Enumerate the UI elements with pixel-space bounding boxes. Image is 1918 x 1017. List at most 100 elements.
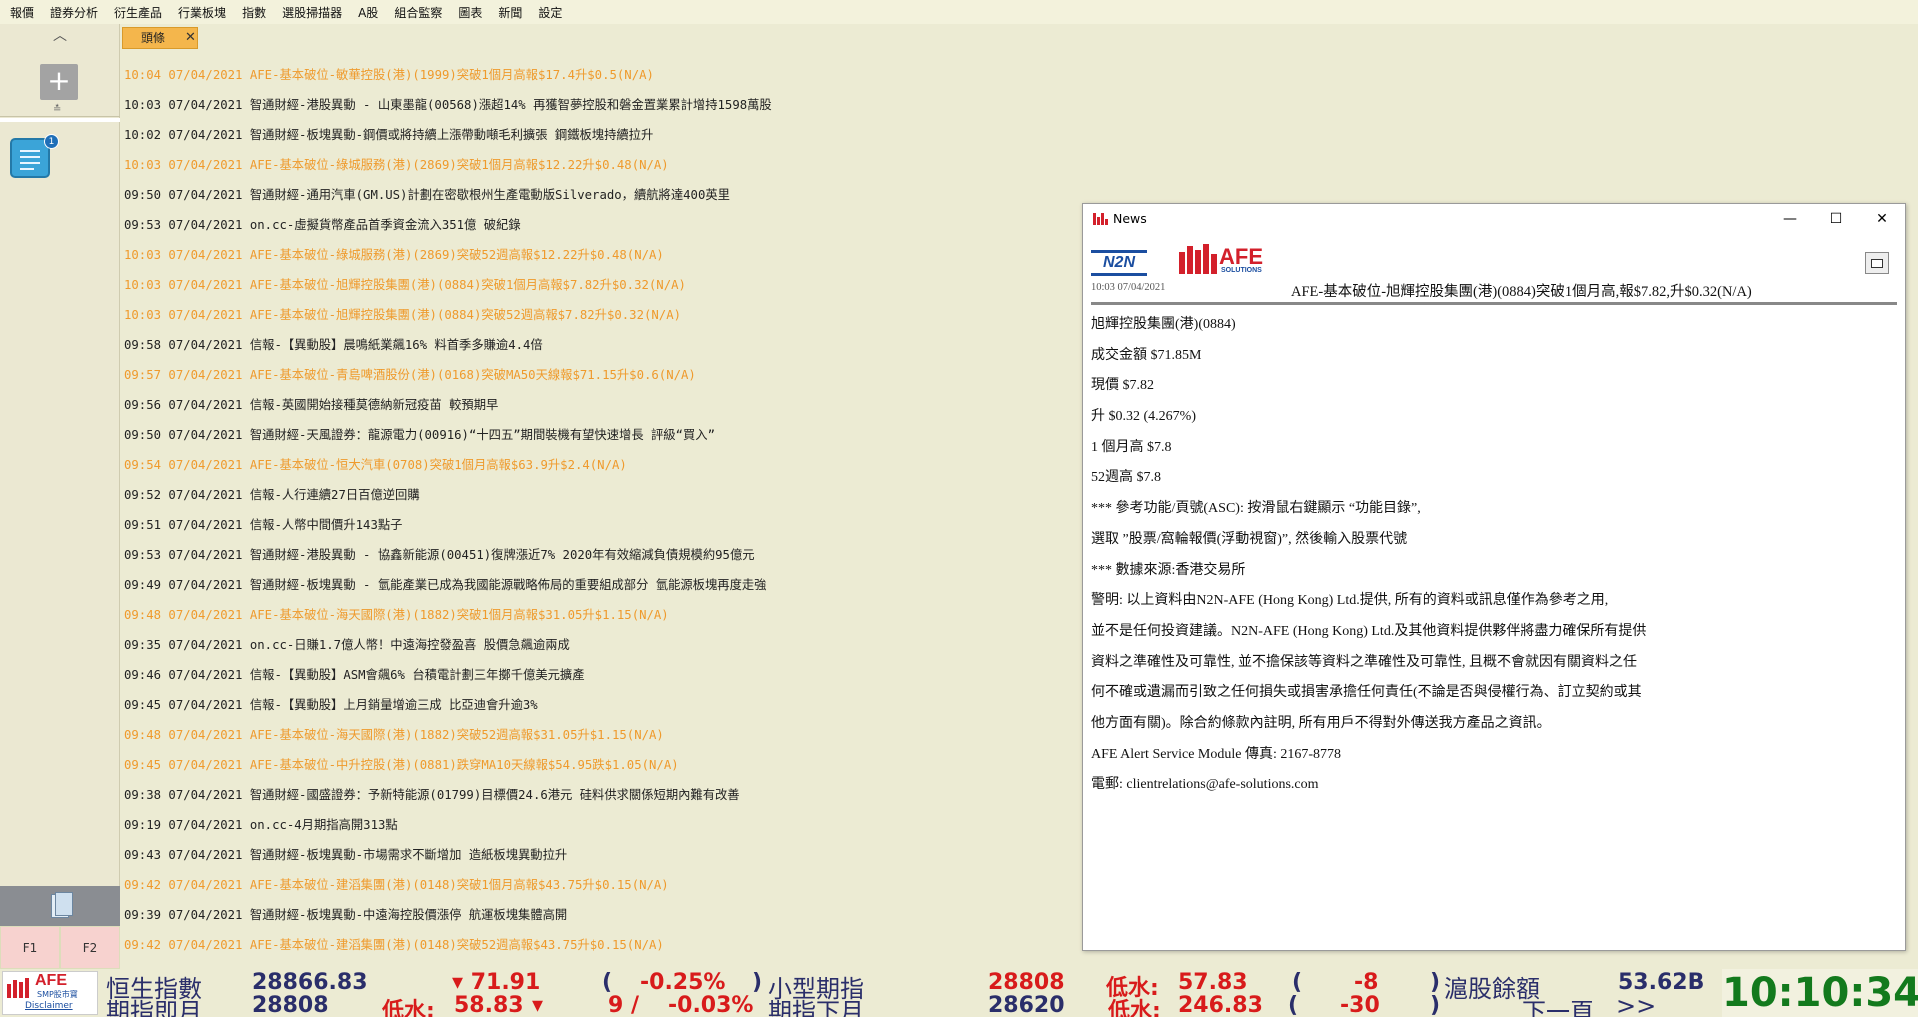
print-button[interactable] [1865, 252, 1889, 274]
news-headline: AFE-基本破位-旭輝控股集團(港)(0884)突破1個月高,報$7.82,升$… [1291, 284, 1752, 300]
news-row[interactable]: 09:50 07/04/2021 智通財經-通用汽車(GM.US)計劃在密歇根州… [120, 180, 1080, 210]
news-row[interactable]: 09:52 07/04/2021 信報-人行連續27日百億逆回購 [120, 480, 1080, 510]
news-row[interactable]: 09:42 07/04/2021 AFE-基本破位-建滔集團(港)(0148)突… [120, 870, 1080, 900]
menu-item-10[interactable]: 設定 [538, 4, 562, 21]
futures-disc-label: 低水: [382, 999, 435, 1017]
mini-change: -8 [1354, 970, 1379, 995]
news-row[interactable]: 09:46 07/04/2021 信報-【異動股】ASM會飆6% 台積電計劃三年… [120, 660, 1080, 690]
close-button[interactable]: ✕ [1859, 204, 1905, 234]
maximize-button[interactable]: ☐ [1813, 204, 1859, 234]
news-row[interactable]: 10:04 07/04/2021 AFE-基本破位-敏華控股(港)(1999)突… [120, 60, 1080, 90]
news-body-line: 並不是任何投資建議。N2N-AFE (Hong Kong) Ltd.及其他資料提… [1091, 623, 1647, 639]
news-row[interactable]: 09:45 07/04/2021 信報-【異動股】上月銷量增逾三成 比亞迪會升逾… [120, 690, 1080, 720]
news-body-line: 電郵: clientrelations@afe-solutions.com [1091, 777, 1319, 793]
window-title: News [1113, 211, 1147, 226]
minimize-button[interactable]: — [1767, 204, 1813, 234]
menu-bar: 報價 證券分析 衍生產品 行業板塊 指數 選股掃描器 A股 組合監察 圖表 新聞 設定 [0, 0, 1918, 24]
menu-item-5[interactable]: 選股掃描器 [282, 4, 342, 21]
news-body-line: 何不確或遺漏而引致之任何損失或損害承擔任何責任(不論是否與侵權行為、訂立契約或其 [1091, 685, 1642, 701]
next-page-button[interactable]: 下一頁 [1522, 992, 1594, 1017]
news-row[interactable]: 09:43 07/04/2021 智通財經-板塊異動-市場需求不斷增加 造紙板塊… [120, 840, 1080, 870]
news-row[interactable]: 09:50 07/04/2021 智通財經-天風證券：龍源電力(00916)“十… [120, 420, 1080, 450]
hsi-pct-close: ) [752, 970, 763, 995]
notification-badge: 1 [44, 134, 59, 149]
news-row[interactable]: 09:48 07/04/2021 AFE-基本破位-海天國際(港)(1882)突… [120, 600, 1080, 630]
news-row[interactable]: 09:48 07/04/2021 AFE-基本破位-海天國際(港)(1882)突… [120, 720, 1080, 750]
news-row[interactable]: 09:53 07/04/2021 智通財經-港股異動 - 協鑫新能源(00451… [120, 540, 1080, 570]
tab-headlines[interactable]: 頭條 ✕ [122, 27, 198, 49]
next-month-change: -30 [1340, 993, 1380, 1017]
add-button[interactable]: + [40, 64, 78, 100]
news-row[interactable]: 10:03 07/04/2021 AFE-基本破位-綠城服務(港)(2869)突… [120, 150, 1080, 180]
headline-divider [1091, 302, 1897, 305]
news-row[interactable]: 10:03 07/04/2021 AFE-基本破位-綠城服務(港)(2869)突… [120, 240, 1080, 270]
f2-button[interactable]: F2 [60, 926, 120, 969]
news-row[interactable]: 09:58 07/04/2021 信報-【異動股】晨鳴紙業飆16% 料首季多賺逾… [120, 330, 1080, 360]
mini-value: 28808 [988, 970, 1065, 995]
menu-item-9[interactable]: 新聞 [498, 4, 522, 21]
menu-item-3[interactable]: 行業板塊 [178, 4, 226, 21]
resize-handle[interactable]: ≛ [53, 104, 61, 115]
news-page-icon[interactable]: 1 [10, 134, 59, 178]
hsi-value: 28866.83 [252, 970, 368, 995]
window-titlebar[interactable]: News — ☐ ✕ [1083, 204, 1905, 234]
news-body-line: 警明: 以上資料由N2N-AFE (Hong Kong) Ltd.提供, 所有的… [1091, 593, 1609, 609]
futures-change: 9 / [608, 993, 640, 1017]
menu-item-6[interactable]: A股 [358, 4, 378, 21]
news-row[interactable]: 09:35 07/04/2021 on.cc-日賺1.7億人幣！中遠海控發盈喜 … [120, 630, 1080, 660]
hsi-pct: -0.25% [640, 970, 726, 995]
futures-disc: 58.83 [454, 993, 524, 1017]
news-list: 10:04 07/04/2021 AFE-基本破位-敏華控股(港)(1999)突… [120, 60, 1080, 960]
hsi-pct-open: ( [602, 970, 613, 995]
next-month-label: 期指下月 [768, 998, 864, 1017]
news-row[interactable]: 09:19 07/04/2021 on.cc-4月期指高開313點 [120, 810, 1080, 840]
news-body-line: 1 個月高 $7.8 [1091, 439, 1172, 455]
mini-close: ) [1430, 970, 1441, 995]
next-month-close: ) [1430, 993, 1441, 1017]
news-row[interactable]: 10:02 07/04/2021 智通財經-板塊異動-鋼價或將持續上漲帶動噸毛利… [120, 120, 1080, 150]
next-page-arrow[interactable]: >> [1616, 992, 1656, 1017]
divider-bar [0, 118, 120, 122]
news-row[interactable]: 09:45 07/04/2021 AFE-基本破位-中升控股(港)(0881)跌… [120, 750, 1080, 780]
menu-item-2[interactable]: 衍生產品 [114, 4, 162, 21]
disclaimer-link[interactable]: Disclaimer [25, 1001, 73, 1011]
printer-icon [1871, 259, 1883, 268]
news-body-line: 資料之準確性及可靠性, 並不擔保該等資料之準確性及可靠性, 且概不會就因有關資料… [1091, 654, 1637, 670]
news-row[interactable]: 09:42 07/04/2021 AFE-基本破位-建滔集團(港)(0148)突… [120, 930, 1080, 960]
news-row[interactable]: 10:03 07/04/2021 AFE-基本破位-旭輝控股集團(港)(0884… [120, 300, 1080, 330]
menu-item-4[interactable]: 指數 [242, 4, 266, 21]
scroll-up-icon[interactable]: ︿ [52, 28, 68, 44]
news-row[interactable]: 09:56 07/04/2021 信報-英國開始接種莫德納新冠疫苗 較預期早 [120, 390, 1080, 420]
news-row[interactable]: 09:49 07/04/2021 智通財經-板塊異動 - 氫能產業已成為我國能源… [120, 570, 1080, 600]
news-row[interactable]: 09:54 07/04/2021 AFE-基本破位-恒大汽車(0708)突破1個… [120, 450, 1080, 480]
afe-smp-logo: AFE SMP股市寶 Disclaimer [2, 971, 98, 1015]
news-body-line: *** 數據來源:香港交易所 [1091, 562, 1246, 578]
news-row[interactable]: 09:38 07/04/2021 智通財經-國盛證券：予新特能源(01799)目… [120, 780, 1080, 810]
f1-button[interactable]: F1 [0, 926, 60, 969]
app-icon [1093, 213, 1108, 225]
document-icon[interactable] [36, 886, 84, 926]
afe-logo: AFE SOLUTIONS [1179, 244, 1293, 278]
menu-item-8[interactable]: 圖表 [458, 4, 482, 21]
menu-item-0[interactable]: 報價 [10, 4, 34, 21]
menu-item-1[interactable]: 證券分析 [50, 4, 98, 21]
news-body-line: 旭輝控股集團(港)(0884) [1091, 317, 1236, 332]
next-month-value: 28620 [988, 993, 1065, 1017]
menu-item-7[interactable]: 組合監察 [394, 4, 442, 21]
hsi-change: ▾ 71.91 [452, 970, 541, 995]
next-month-open: ( [1288, 993, 1299, 1017]
news-body-line: 52週高 $7.8 [1091, 470, 1161, 486]
news-body: 旭輝控股集團(港)(0884) 成交金額 $71.85M 現價 $7.82 升 $0.… [1091, 310, 1897, 801]
sidebar-panel [0, 886, 36, 926]
futures-arrow: ▾ [532, 993, 544, 1017]
news-row[interactable]: 09:39 07/04/2021 智通財經-板塊異動-中遠海控股價漲停 航運板塊… [120, 900, 1080, 930]
news-row[interactable]: 09:51 07/04/2021 信報-人幣中間價升143點子 [120, 510, 1080, 540]
news-body-line: *** 參考功能/頁號(ASC): 按滑鼠右鍵顯示 “功能目錄”, [1091, 501, 1421, 517]
futures-label: 期指即月 [106, 998, 202, 1017]
close-icon[interactable]: ✕ [185, 28, 196, 48]
news-body-line: 他方面有關)。除合約條款內註明, 所有用戶不得對外傳送我方產品之資訊。 [1091, 715, 1551, 731]
news-row[interactable]: 10:03 07/04/2021 智通財經-港股異動 - 山東墨龍(00568)… [120, 90, 1080, 120]
news-row[interactable]: 10:03 07/04/2021 AFE-基本破位-旭輝控股集團(港)(0884… [120, 270, 1080, 300]
news-row[interactable]: 09:53 07/04/2021 on.cc-虛擬貨幣產品首季資金流入351億 … [120, 210, 1080, 240]
news-row[interactable]: 09:57 07/04/2021 AFE-基本破位-青島啤酒股份(港)(0168… [120, 360, 1080, 390]
